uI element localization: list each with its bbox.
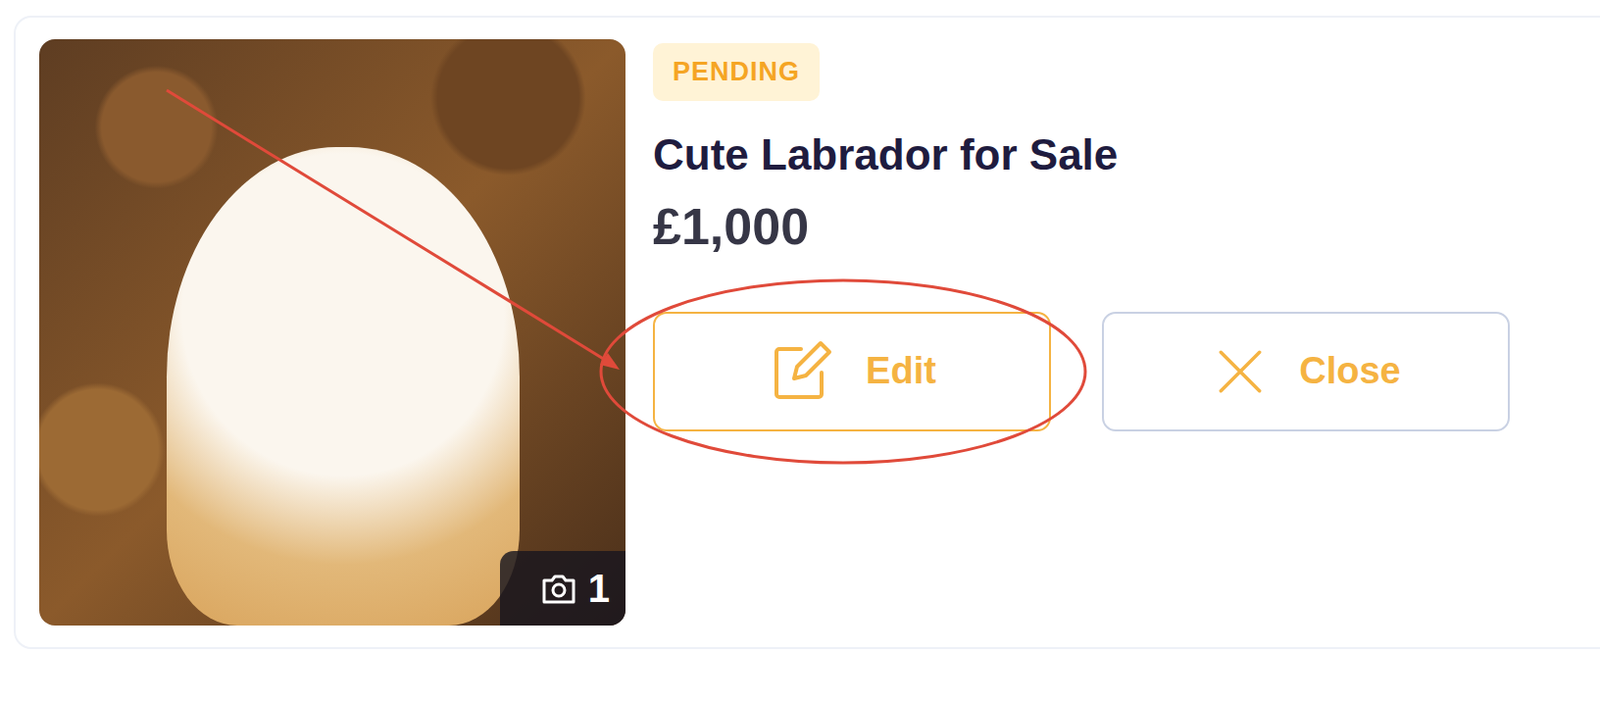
listing-price: £1,000	[652, 194, 809, 261]
edit-button[interactable]: Edit	[652, 311, 1051, 432]
edit-icon	[767, 337, 837, 406]
listing-card[interactable]: 1 PENDING Cute Labrador for Sale £1,000 Edit…	[13, 15, 1600, 650]
camera-icon	[539, 568, 579, 608]
listing-photo[interactable]: 1	[39, 39, 626, 626]
dog-shape	[166, 147, 520, 626]
listing-title: Cute Labrador for Sale	[652, 126, 1118, 183]
listing-info: PENDING Cute Labrador for Sale £1,000 Edit C…	[652, 39, 1510, 626]
annotation-arrow	[0, 0, 1600, 702]
close-icon	[1210, 342, 1270, 401]
status-badge: PENDING	[652, 43, 820, 101]
close-button[interactable]: Close	[1101, 311, 1510, 432]
photo-count-badge: 1	[500, 550, 626, 626]
highlight-ring	[598, 277, 1089, 466]
photo-count: 1	[588, 568, 610, 608]
listing-page: 1 PENDING Cute Labrador for Sale £1,000 Edit…	[0, 0, 1600, 702]
action-row: Edit Close	[652, 311, 1510, 432]
